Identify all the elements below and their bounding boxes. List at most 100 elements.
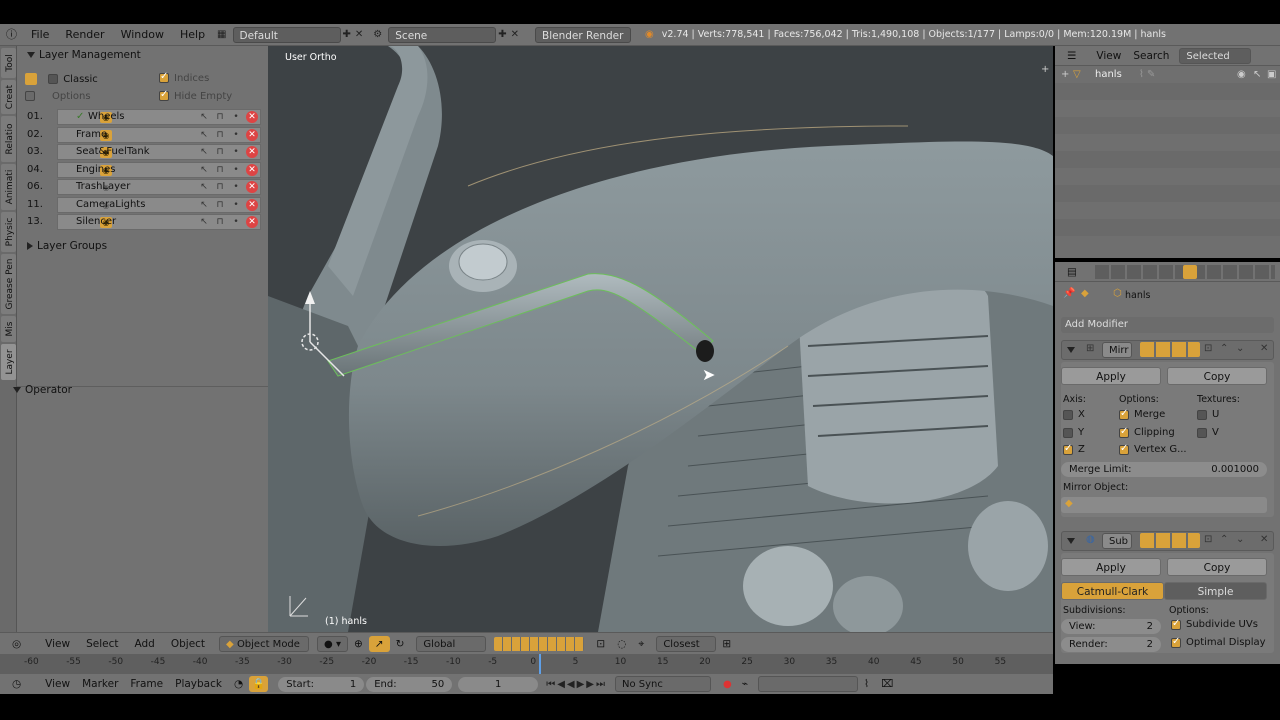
- remove-modifier-icon[interactable]: ✕: [1260, 343, 1268, 354]
- close-scene-icon[interactable]: ✕: [511, 29, 519, 40]
- view-levels-field[interactable]: View: 2: [1061, 619, 1161, 634]
- layers-grid[interactable]: [494, 636, 585, 651]
- viewport-expand-icon[interactable]: +: [1041, 64, 1049, 75]
- properties-editor-icon[interactable]: ▤: [1061, 264, 1083, 280]
- sync-mode-dropdown[interactable]: No Sync: [614, 676, 711, 692]
- subsurf-modifier-name[interactable]: Sub: [1102, 533, 1132, 549]
- axis-z-checkbox[interactable]: Z: [1063, 443, 1085, 455]
- classic-checkbox[interactable]: [48, 74, 59, 84]
- lock-icon[interactable]: ⊓: [214, 146, 226, 158]
- insert-keyframe-icon[interactable]: ⌇: [858, 676, 875, 692]
- merge-limit-field[interactable]: Merge Limit: 0.001000: [1061, 462, 1267, 477]
- dot-icon[interactable]: •: [230, 164, 242, 176]
- cage-icon[interactable]: ⊡: [1204, 343, 1212, 354]
- pivot-icon[interactable]: ⊕: [348, 636, 369, 652]
- select-arrow-icon[interactable]: ↖: [198, 216, 210, 228]
- classic-toggle[interactable]: Classic: [25, 73, 98, 85]
- transform-orientation-dropdown[interactable]: Global: [416, 635, 487, 652]
- select-arrow-icon[interactable]: ↖: [198, 164, 210, 176]
- menu-window[interactable]: Window: [113, 24, 172, 46]
- lock-icon[interactable]: 🔒: [249, 676, 269, 692]
- render-levels-field[interactable]: Render: 2: [1061, 637, 1161, 652]
- timeline-ruler[interactable]: -60 -55 -50 -45 -40 -35 -30 -25 -20 -15 -10 -5 0 5 10 1…: [0, 654, 1053, 674]
- axis-y-checkbox[interactable]: Y: [1063, 427, 1084, 438]
- layer-row[interactable]: 02. ◉ Frame ↖ ⊓ • ✕: [17, 126, 262, 143]
- layer-name[interactable]: Engines: [76, 164, 115, 175]
- keying-set-field[interactable]: [758, 676, 859, 692]
- remove-layer-icon[interactable]: ✕: [246, 110, 258, 123]
- hide-empty-checkbox[interactable]: [159, 89, 169, 101]
- outliner-row[interactable]: + ▽ hanls ⌇ ✎ ◉ ↖ ▣: [1055, 66, 1280, 83]
- move-down-icon[interactable]: ⌄: [1236, 343, 1244, 354]
- playhead[interactable]: [539, 654, 541, 674]
- remove-layer-icon[interactable]: ✕: [246, 145, 258, 158]
- layer-name[interactable]: Frame: [76, 129, 107, 140]
- scene-field[interactable]: Scene: [388, 26, 497, 43]
- remove-modifier-icon[interactable]: ✕: [1260, 534, 1268, 545]
- scene-icon[interactable]: ⚙: [373, 29, 382, 40]
- lock-icon[interactable]: ⊓: [214, 181, 226, 193]
- layer-row[interactable]: 04. ◉ Engines ↖ ⊓ • ✕: [17, 161, 262, 178]
- add-layout-icon[interactable]: ✚: [343, 29, 351, 40]
- layer-row[interactable]: 13. ◉ Silencer ↖ ⊓ • ✕: [17, 213, 262, 230]
- subdivide-uvs-checkbox[interactable]: Subdivide UVs: [1171, 618, 1258, 630]
- start-frame-field[interactable]: Start: 1: [278, 676, 365, 692]
- screen-layout-field[interactable]: Default: [232, 26, 341, 43]
- add-modifier-dropdown[interactable]: Add Modifier: [1061, 317, 1274, 333]
- layer-name[interactable]: Seat&FuelTank: [76, 146, 150, 157]
- mirror-modifier-header[interactable]: ⊞ Mirr ⊡ ⌃ ⌄ ✕: [1061, 340, 1274, 360]
- expand-icon[interactable]: +: [1061, 66, 1069, 83]
- lock-icon[interactable]: ⊓: [214, 129, 226, 141]
- proportional-edit-icon[interactable]: ◌: [611, 636, 632, 652]
- dot-icon[interactable]: •: [230, 111, 242, 123]
- subsurf-copy-button[interactable]: Copy: [1167, 558, 1267, 576]
- vertex-groups-checkbox[interactable]: Vertex G...: [1119, 443, 1187, 455]
- current-frame-field[interactable]: 1: [458, 676, 539, 692]
- pin-icon[interactable]: 📌: [1063, 288, 1075, 299]
- tab-layer[interactable]: Layer: [1, 344, 16, 380]
- texture-v-checkbox[interactable]: V: [1197, 427, 1219, 438]
- modifier-display-icons[interactable]: [1140, 533, 1200, 548]
- select-arrow-icon[interactable]: ↖: [198, 129, 210, 141]
- hide-empty-toggle[interactable]: Hide Empty: [159, 89, 232, 102]
- dot-icon[interactable]: •: [230, 146, 242, 158]
- layer-row[interactable]: 11. ◉ CameraLights ↖ ⊓ • ✕: [17, 196, 262, 213]
- outliner-view-menu[interactable]: View: [1090, 48, 1127, 64]
- catmull-clark-button[interactable]: Catmull-Clark: [1061, 582, 1164, 600]
- opengl-render-icon[interactable]: ⊞: [716, 636, 737, 652]
- outliner-editor-icon[interactable]: ☰: [1061, 48, 1082, 64]
- lock-icon[interactable]: ⊓: [214, 164, 226, 176]
- select-arrow-icon[interactable]: ↖: [198, 199, 210, 211]
- select-arrow-icon[interactable]: ↖: [198, 181, 210, 193]
- subsurf-modifier-header[interactable]: ◍ Sub ⊡ ⌃ ⌄ ✕: [1061, 531, 1274, 551]
- dot-icon[interactable]: •: [230, 199, 242, 211]
- modifier-display-icons[interactable]: [1140, 342, 1200, 357]
- outliner-search-menu[interactable]: Search: [1127, 48, 1175, 64]
- preview-range-icon[interactable]: ◔: [228, 676, 249, 692]
- object-mode-dropdown[interactable]: ◆ Object Mode: [219, 635, 310, 652]
- add-menu[interactable]: Add: [129, 636, 161, 652]
- playback-menu[interactable]: Playback: [169, 676, 228, 692]
- axis-x-checkbox[interactable]: X: [1063, 409, 1085, 420]
- subsurf-apply-button[interactable]: Apply: [1061, 558, 1161, 576]
- dot-icon[interactable]: •: [230, 129, 242, 141]
- keying-icon[interactable]: ⌁: [736, 676, 754, 692]
- layer-row[interactable]: 03. ◉ Seat&FuelTank ↖ ⊓ • ✕: [17, 143, 262, 160]
- lock-layers-icon[interactable]: ⊡: [590, 636, 611, 652]
- visibility-eye-icon[interactable]: ◉: [1237, 66, 1246, 83]
- outliner-filter-dropdown[interactable]: Selected: [1179, 47, 1252, 64]
- menu-file[interactable]: File: [23, 24, 57, 46]
- remove-layer-icon[interactable]: ✕: [246, 163, 258, 176]
- optimal-display-checkbox[interactable]: Optimal Display: [1171, 636, 1266, 648]
- remove-layer-icon[interactable]: ✕: [246, 198, 258, 211]
- layer-management-header[interactable]: Layer Management: [17, 46, 141, 64]
- select-menu[interactable]: Select: [80, 636, 124, 652]
- layer-name[interactable]: TrashLayer: [76, 181, 130, 192]
- modifier-tab-icon[interactable]: [1183, 265, 1197, 279]
- timeline-view-menu[interactable]: View: [39, 676, 76, 692]
- mirror-object-field[interactable]: ◆: [1061, 497, 1267, 513]
- clipping-checkbox[interactable]: Clipping: [1119, 426, 1175, 438]
- rotate-manipulator-icon[interactable]: ↻: [390, 636, 411, 652]
- record-icon[interactable]: ●: [723, 679, 732, 690]
- marker-menu[interactable]: Marker: [76, 676, 124, 692]
